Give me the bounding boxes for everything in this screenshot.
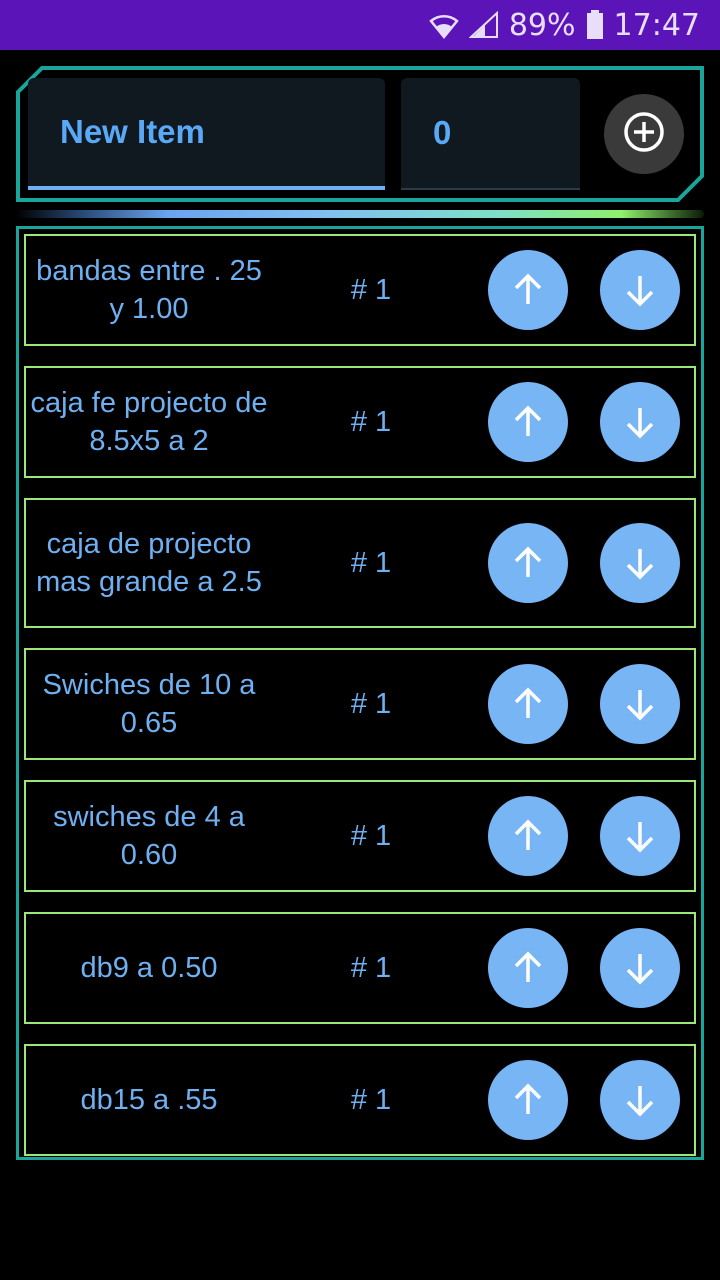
item-name: caja fe projecto de 8.5x5 a 2 <box>30 387 268 457</box>
item-name: db15 a .55 <box>80 1084 218 1116</box>
signal-icon <box>468 11 499 39</box>
item-quantity: # 1 <box>350 405 392 438</box>
move-up-button[interactable] <box>488 796 568 876</box>
item-name: swiches de 4 a 0.60 <box>53 801 245 871</box>
battery-icon <box>586 10 604 40</box>
list-item: Swiches de 10 a 0.65 # 1 <box>24 648 696 760</box>
item-name: db9 a 0.50 <box>80 952 218 984</box>
item-quantity: # 1 <box>350 273 392 306</box>
list-item: caja de projecto mas grande a 2.5 # 1 <box>24 498 696 628</box>
add-item-button[interactable] <box>604 94 684 174</box>
arrow-down-icon <box>626 822 654 853</box>
arrow-up-icon <box>514 546 542 577</box>
arrow-up-icon <box>514 819 542 850</box>
item-quantity: # 1 <box>350 687 392 720</box>
item-quantity: # 1 <box>350 951 392 984</box>
wifi-icon <box>429 11 459 39</box>
item-name-value: New Item <box>60 113 205 150</box>
item-quantity-value: 0 <box>433 114 452 151</box>
list-item: caja fe projecto de 8.5x5 a 2 # 1 <box>24 366 696 478</box>
arrow-down-icon <box>626 276 654 307</box>
move-down-button[interactable] <box>600 250 680 330</box>
status-bar: 89% 17:47 <box>0 0 720 50</box>
item-name: caja de projecto mas grande a 2.5 <box>36 528 262 598</box>
arrow-down-icon <box>626 549 654 580</box>
move-down-button[interactable] <box>600 523 680 603</box>
arrow-up-icon <box>514 951 542 982</box>
status-time: 17:47 <box>613 7 700 43</box>
item-quantity-input[interactable]: 0 <box>401 78 580 190</box>
item-quantity: # 1 <box>350 546 392 579</box>
arrow-down-icon <box>626 408 654 439</box>
item-name: bandas entre . 25 y 1.00 <box>36 255 262 325</box>
move-up-button[interactable] <box>488 664 568 744</box>
move-up-button[interactable] <box>488 1060 568 1140</box>
arrow-up-icon <box>514 1083 542 1114</box>
list-item: db9 a 0.50 # 1 <box>24 912 696 1024</box>
move-up-button[interactable] <box>488 523 568 603</box>
move-down-button[interactable] <box>600 382 680 462</box>
arrow-up-icon <box>514 273 542 304</box>
move-down-button[interactable] <box>600 796 680 876</box>
move-up-button[interactable] <box>488 250 568 330</box>
list-item: bandas entre . 25 y 1.00 # 1 <box>24 234 696 346</box>
arrow-down-icon <box>626 1086 654 1117</box>
gradient-divider <box>16 210 704 218</box>
add-circle-icon <box>622 110 666 159</box>
list-item: db15 a .55 # 1 <box>24 1044 696 1156</box>
move-down-button[interactable] <box>600 1060 680 1140</box>
move-down-button[interactable] <box>600 928 680 1008</box>
move-up-button[interactable] <box>488 382 568 462</box>
item-quantity: # 1 <box>350 819 392 852</box>
arrow-down-icon <box>626 690 654 721</box>
item-name-input[interactable]: New Item <box>28 78 385 190</box>
move-up-button[interactable] <box>488 928 568 1008</box>
list-item: swiches de 4 a 0.60 # 1 <box>24 780 696 892</box>
arrow-up-icon <box>514 405 542 436</box>
arrow-down-icon <box>626 954 654 985</box>
item-quantity: # 1 <box>350 1083 392 1116</box>
move-down-button[interactable] <box>600 664 680 744</box>
arrow-up-icon <box>514 687 542 718</box>
battery-percent: 89% <box>508 7 576 43</box>
item-name: Swiches de 10 a 0.65 <box>42 669 256 739</box>
